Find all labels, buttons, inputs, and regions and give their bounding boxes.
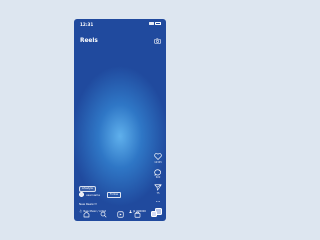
share-count: 75 [156,191,160,195]
page-title: Reels [80,38,98,44]
shop-icon[interactable] [134,211,141,218]
send-icon[interactable] [154,184,162,191]
follow-button[interactable]: Follow [106,192,122,198]
status-bar: 12:31 [80,22,161,30]
like-count: 12345 [154,160,162,164]
battery-icon [155,22,161,25]
reels-icon[interactable] [117,210,124,218]
more-icon[interactable]: ··· [156,199,161,205]
username[interactable]: username [86,193,100,197]
action-rail: 12345 600 75 ··· [153,153,163,215]
signal-icon [148,22,154,25]
profile-icon[interactable] [151,211,157,217]
status-time: 12:31 [80,22,94,27]
home-icon[interactable] [83,211,90,218]
bottom-nav [74,207,166,221]
search-icon[interactable] [100,211,107,218]
phone-screen: 12:31 Reels 12345 600 75 ··· Lifestyle u… [74,19,166,221]
camera-icon[interactable] [154,38,161,44]
comment-count: 600 [155,176,161,180]
post-caption: New Reels!!! [79,202,97,206]
post-author: username Follow [79,192,122,198]
system-indicators [148,22,161,25]
heart-icon[interactable] [154,153,162,160]
avatar[interactable] [79,192,84,198]
comment-icon[interactable] [154,168,162,176]
